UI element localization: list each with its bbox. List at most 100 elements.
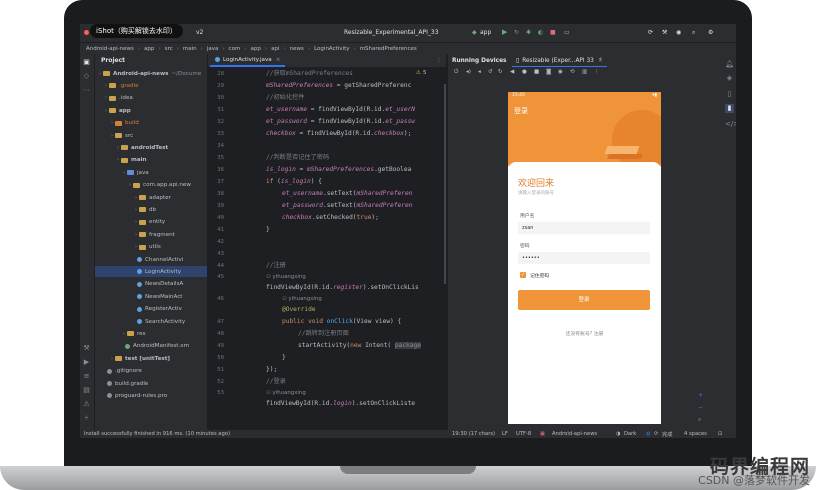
search-icon[interactable]: ⌕ xyxy=(692,29,695,37)
close-window-button[interactable] xyxy=(84,30,89,35)
stop-icon[interactable]: ■ xyxy=(550,29,556,36)
profile-icon[interactable]: ◐ xyxy=(538,29,543,36)
expand-arrow-icon[interactable]: › xyxy=(135,244,137,250)
expand-arrow-icon[interactable]: › xyxy=(99,71,101,77)
expand-arrow-icon[interactable]: › xyxy=(129,182,131,188)
status-message[interactable]: Install successfully finished in 916 ms.… xyxy=(84,431,230,437)
project-tree-item[interactable]: › adapter xyxy=(95,192,207,203)
logcat-tool-icon[interactable]: ≡ xyxy=(82,372,91,381)
line-separator[interactable]: LF xyxy=(502,431,508,437)
running-devices-title[interactable]: Running Devices xyxy=(452,58,506,64)
project-tree-item[interactable]: › build xyxy=(95,118,207,129)
breadcrumb-item[interactable]: mSharedPreferences xyxy=(360,46,417,52)
login-button[interactable]: 登录 xyxy=(518,290,650,310)
password-input[interactable]: •••••• xyxy=(518,252,650,264)
project-panel-title[interactable]: Project xyxy=(95,54,207,66)
volume-up-icon[interactable]: ◂) xyxy=(466,69,471,75)
structure-tool-icon[interactable]: ⋯ xyxy=(82,86,91,95)
commit-tool-icon[interactable]: ◇ xyxy=(82,72,91,81)
build-icon[interactable]: ⚒ xyxy=(662,29,667,36)
expand-arrow-icon[interactable]: › xyxy=(123,331,125,337)
project-tree-item[interactable]: .gitignore xyxy=(95,366,207,377)
breadcrumb-item[interactable]: src xyxy=(165,46,173,52)
project-tree-item[interactable]: › res xyxy=(95,328,207,339)
code-area[interactable]: //获取mSharedPreferences mSharedPreference… xyxy=(266,68,446,430)
code-tool-icon[interactable]: </> xyxy=(725,120,736,129)
branch-selector[interactable]: v2 xyxy=(196,29,203,36)
project-tree-item[interactable]: › test [unitTest] xyxy=(95,353,207,364)
project-tree-item[interactable]: › .gradle xyxy=(95,80,207,91)
project-tree-item[interactable]: › db xyxy=(95,204,207,215)
running-devices-tool-icon[interactable]: ▮ xyxy=(725,104,734,113)
project-tree-item[interactable]: › entity xyxy=(95,217,207,228)
file-encoding[interactable]: UTF-8 xyxy=(516,431,531,437)
run-config-selector[interactable]: app xyxy=(480,29,491,36)
more-options-icon[interactable]: ⋮ xyxy=(594,69,600,75)
project-tree-item[interactable]: build.gradle xyxy=(95,378,207,389)
expand-arrow-icon[interactable]: › xyxy=(105,108,107,114)
git-tool-icon[interactable]: ⑂ xyxy=(82,414,91,423)
expand-arrow-icon[interactable]: › xyxy=(111,133,113,139)
overview-icon[interactable]: ■ xyxy=(534,69,539,75)
phone-screen[interactable]: 15:45 ▾▮ 登录 欢迎回来 请输入登录的账号 用户名 zsan 密码 ••… xyxy=(508,92,661,424)
run-icon[interactable]: ▶ xyxy=(502,28,507,36)
zoom-fit-icon[interactable]: ⌕ xyxy=(698,416,701,424)
remember-checkbox[interactable]: ✓ xyxy=(520,272,526,278)
project-tree-item[interactable]: › fragment xyxy=(95,229,207,240)
breadcrumb-item[interactable]: news xyxy=(290,46,304,52)
tab-login-activity[interactable]: LoginActivity.java × xyxy=(210,54,286,67)
expand-arrow-icon[interactable]: › xyxy=(117,157,119,163)
project-tree-item[interactable]: proguard-rules.pro xyxy=(95,390,207,401)
breadcrumb-item[interactable]: main xyxy=(183,46,197,52)
power-icon[interactable]: ⏻ xyxy=(454,69,458,76)
notifications-icon[interactable]: 🔔︎ xyxy=(725,60,734,69)
expand-arrow-icon[interactable]: › xyxy=(135,232,137,238)
username-input[interactable]: zsan xyxy=(518,222,650,234)
terminal-tool-icon[interactable]: ▤ xyxy=(82,386,91,395)
breadcrumb-item[interactable]: com xyxy=(229,46,241,52)
breadcrumb-item[interactable]: Android-api-news xyxy=(86,46,134,52)
project-tree-item[interactable]: › app xyxy=(95,105,207,116)
project-tree-item[interactable]: › main xyxy=(95,155,207,166)
status-done[interactable]: 完成 xyxy=(662,431,672,438)
project-tree-item[interactable]: NewsMainAct xyxy=(95,291,207,302)
gradle-icon[interactable]: ◈ xyxy=(725,74,734,83)
project-tree-item[interactable]: › Android-api-news ~/Docume xyxy=(95,68,207,79)
zoom-out-icon[interactable]: − xyxy=(698,404,703,411)
theme-name[interactable]: Dark xyxy=(624,431,636,437)
volume-down-icon[interactable]: ◂ xyxy=(478,69,481,75)
debug-icon[interactable]: ✱ xyxy=(526,29,531,36)
project-tree-item[interactable]: SearchActivity xyxy=(95,316,207,327)
zoom-in-icon[interactable]: + xyxy=(698,392,703,399)
project-tree-item[interactable]: NewsDetailsA xyxy=(95,279,207,290)
back-icon[interactable]: ◀ xyxy=(510,69,514,75)
expand-arrow-icon[interactable]: › xyxy=(135,219,137,225)
expand-arrow-icon[interactable]: › xyxy=(111,356,113,362)
indent-setting[interactable]: 4 spaces xyxy=(684,431,707,437)
project-tree-item[interactable]: LoginActivity xyxy=(95,266,207,278)
project-tree-item[interactable]: › com.app.api.new xyxy=(95,180,207,191)
home-icon[interactable]: ● xyxy=(522,69,527,75)
build-tool-icon[interactable]: ⚒ xyxy=(82,344,91,353)
project-tree-item[interactable]: RegisterActiv xyxy=(95,304,207,315)
rotate-right-icon[interactable]: ↻ xyxy=(498,69,503,75)
project-tree-item[interactable]: ChannelActivi xyxy=(95,254,207,265)
rerun-icon[interactable]: ↻ xyxy=(514,29,519,36)
account-icon[interactable]: ◉ xyxy=(676,29,681,36)
expand-arrow-icon[interactable]: › xyxy=(111,120,113,126)
more-tabs-icon[interactable]: ⋮ xyxy=(436,57,442,64)
close-tab-icon[interactable]: × xyxy=(276,57,281,63)
expand-arrow-icon[interactable]: › xyxy=(105,95,107,101)
lock-icon[interactable]: ⊡ xyxy=(718,431,722,437)
warning-badge-icon[interactable]: ▣ xyxy=(540,431,545,437)
add-device-icon[interactable]: + xyxy=(598,57,603,63)
project-tree-item[interactable]: AndroidManifest.xm xyxy=(95,341,207,352)
breadcrumb-item[interactable]: api xyxy=(271,46,279,52)
code-editor[interactable]: LoginActivity.java × ⋮ 28 29 30 31 32 33 34 35 3… xyxy=(208,54,446,430)
device-selector[interactable]: Resizable_Experimental_API_33 xyxy=(344,29,439,36)
rotate-left-icon[interactable]: ↺ xyxy=(488,69,493,75)
device-manager-tool-icon[interactable]: ▯ xyxy=(725,90,734,99)
settings-icon[interactable]: ⚙ xyxy=(708,29,713,36)
expand-arrow-icon[interactable]: › xyxy=(135,195,137,201)
run-tool-icon[interactable]: ▶ xyxy=(82,358,91,367)
